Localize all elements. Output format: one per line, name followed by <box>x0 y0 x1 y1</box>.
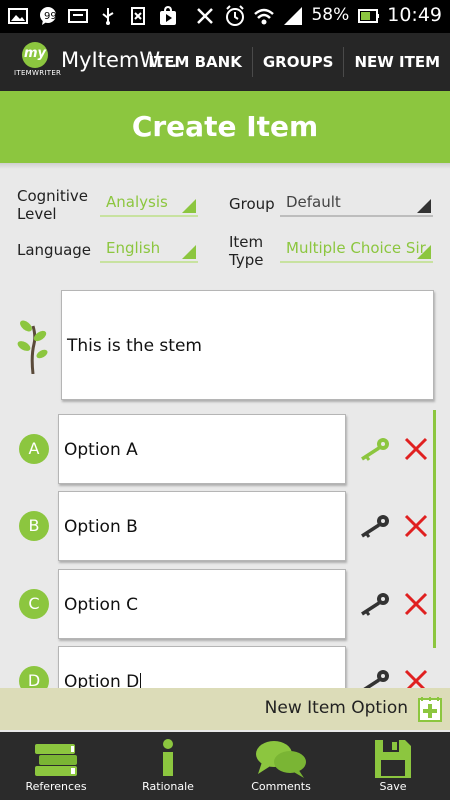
play-store-icon <box>158 5 178 26</box>
scrollbar[interactable] <box>433 410 436 648</box>
language-value: English <box>106 239 161 257</box>
dropdown-triangle-icon <box>182 245 196 259</box>
dropdown-triangle-icon <box>417 199 431 213</box>
references-label: References <box>25 780 87 793</box>
option-a-input[interactable]: Option A <box>58 414 346 484</box>
bottom-bar: References Rationale Comments Save <box>0 732 450 800</box>
delete-icon[interactable] <box>403 591 429 617</box>
comments-button[interactable]: Comments <box>225 732 337 800</box>
bluetooth-off-icon <box>195 5 215 25</box>
gallery-icon <box>8 6 28 26</box>
option-letter-a: A <box>19 434 49 464</box>
references-button[interactable]: References <box>0 732 112 800</box>
app-logo[interactable]: my ITEMWRITER <box>14 42 61 84</box>
wifi-icon <box>253 5 275 25</box>
key-icon[interactable] <box>360 514 390 538</box>
screen: 99 58% 10:49 my ITEMWRITER MyItemW... IT… <box>0 0 450 800</box>
signal-icon <box>282 5 303 25</box>
item-type-label: Item Type <box>229 233 264 269</box>
option-letter-c: C <box>19 589 49 619</box>
tab-groups[interactable]: GROUPS <box>251 47 344 77</box>
add-option-icon[interactable] <box>418 696 442 722</box>
language-label: Language <box>17 241 92 259</box>
correct-key-icon[interactable] <box>360 437 390 461</box>
header-shadow <box>0 163 450 169</box>
alarm-icon <box>224 5 245 26</box>
option-b-input[interactable]: Option B <box>58 491 346 561</box>
chat-bubble-icon: 99 <box>38 6 58 26</box>
tab-new-item[interactable]: NEW ITEM <box>343 47 450 77</box>
stem-input[interactable]: This is the stem <box>61 290 434 400</box>
clock: 10:49 <box>387 4 442 26</box>
logo-mark: my <box>22 42 48 68</box>
action-tabs: ITEM BANK GROUPS NEW ITEM <box>138 33 450 91</box>
key-icon[interactable] <box>360 592 390 616</box>
sim-icon <box>128 6 148 26</box>
rationale-button[interactable]: Rationale <box>112 732 224 800</box>
dropdown-triangle-icon <box>417 245 431 259</box>
info-icon <box>163 739 173 776</box>
item-type-spinner[interactable]: Multiple Choice Sir <box>280 237 433 263</box>
cognitive-level-spinner[interactable]: Analysis <box>100 191 198 217</box>
status-bar: 99 58% 10:49 <box>0 0 450 33</box>
rationale-label: Rationale <box>142 780 194 793</box>
new-item-option-label: New Item Option <box>264 698 408 718</box>
comments-label: Comments <box>251 780 311 793</box>
cognitive-level-value: Analysis <box>106 193 168 211</box>
group-label: Group <box>229 195 275 213</box>
logo-word: ITEMWRITER <box>14 69 62 77</box>
delete-icon[interactable] <box>403 513 429 539</box>
option-letter-b: B <box>19 511 49 541</box>
item-type-value: Multiple Choice Sir <box>286 239 426 257</box>
group-value: Default <box>286 193 341 211</box>
page-title: Create Item <box>0 91 450 163</box>
action-bar: my ITEMWRITER MyItemW... ITEM BANK GROUP… <box>0 33 450 91</box>
tab-item-bank[interactable]: ITEM BANK <box>138 47 251 77</box>
save-disk-icon <box>375 740 411 778</box>
delete-icon[interactable] <box>403 436 429 462</box>
comments-icon <box>256 741 306 778</box>
new-item-option-bar[interactable]: New Item Option <box>0 688 450 730</box>
sprout-icon <box>16 316 50 375</box>
usb-icon <box>98 6 118 26</box>
option-c-input[interactable]: Option C <box>58 569 346 639</box>
battery-icon <box>358 5 380 25</box>
books-icon <box>35 744 77 776</box>
svg-text:99: 99 <box>44 11 57 22</box>
group-spinner[interactable]: Default <box>280 191 433 217</box>
keyboard-icon <box>68 6 88 26</box>
language-spinner[interactable]: English <box>100 237 198 263</box>
cognitive-level-label: Cognitive Level <box>17 187 89 223</box>
save-label: Save <box>379 780 407 793</box>
dropdown-triangle-icon <box>182 199 196 213</box>
battery-percent: 58% <box>311 5 350 25</box>
save-button[interactable]: Save <box>337 732 449 800</box>
